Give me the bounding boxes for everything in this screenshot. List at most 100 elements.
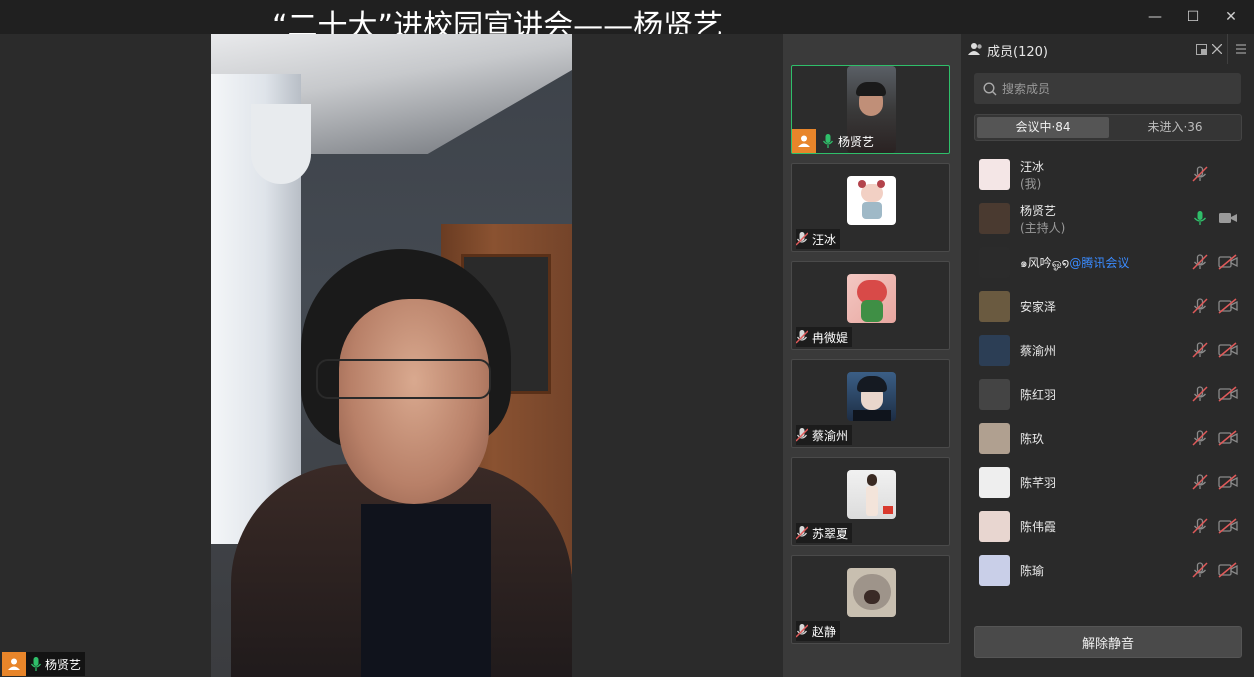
tile-name: 汪冰 [812,232,837,247]
member-name-text: 陈瑜 [1020,564,1045,578]
member-name: 陈玖 [1020,430,1044,447]
member-name-text: ๑风吟ஓ໑ [1020,256,1070,270]
member-avatar [979,511,1010,542]
member-status-tabs: 会议中·84 未进入·36 [974,114,1242,141]
cat-avatar-icon [847,568,896,617]
video-tile[interactable]: 赵静 [791,555,950,644]
photo-avatar-icon [847,470,896,519]
mic-muted-icon[interactable] [1191,429,1209,447]
camera-off-icon[interactable] [1218,253,1238,271]
member-name: 安家泽 [1020,298,1056,315]
member-name: ๑风吟ஓ໑@腾讯会议 [1020,254,1129,273]
tab-not-joined[interactable]: 未进入·36 [1109,117,1241,138]
mic-muted-icon[interactable] [1191,165,1209,183]
title-bar: “二十大”进校园宣讲会——杨贤艺 — ☐ ✕ [0,0,1254,44]
video-tile[interactable]: 苏翠夏 [791,457,950,546]
mic-muted-icon[interactable] [1191,517,1209,535]
video-tile[interactable]: 蔡渝州 [791,359,950,448]
member-row[interactable]: 陈伟霞 [961,504,1254,548]
mic-muted-icon [796,526,808,540]
member-name-text: 蔡渝州 [1020,344,1057,358]
mic-muted-icon[interactable] [1191,341,1209,359]
video-tile-host[interactable]: 杨贤艺 [791,65,950,154]
mic-muted-icon[interactable] [1191,297,1209,315]
camera-on-icon[interactable] [1218,209,1238,227]
member-row[interactable]: 陈红羽 [961,372,1254,416]
member-name: 陈红羽 [1020,386,1056,403]
member-role: (我) [1020,177,1042,191]
minimize-button[interactable]: — [1144,6,1166,28]
unmute-button[interactable]: 解除静音 [974,626,1242,658]
mic-muted-icon[interactable] [1191,253,1209,271]
tile-name: 蔡渝州 [812,428,849,443]
members-panel-header: 成员(120) [961,34,1254,64]
member-avatar [979,335,1010,366]
member-row[interactable]: 杨贤艺 (主持人) [961,196,1254,240]
menu-icon[interactable] [1236,44,1246,54]
member-name: 蔡渝州 [1020,342,1056,359]
members-panel-title: 成员(120) [987,45,1048,60]
tile-name: 苏翠夏 [812,526,849,541]
popout-icon[interactable] [1196,44,1207,55]
camera-off-icon[interactable] [1218,385,1238,403]
member-row[interactable]: 陈瑜 [961,548,1254,592]
member-name-text: 陈芊羽 [1020,476,1057,490]
mic-on-icon [822,134,834,148]
mic-muted-icon [796,428,808,442]
member-row[interactable]: 陈芊羽 [961,460,1254,504]
camera-off-icon[interactable] [1218,429,1238,447]
member-name-text: 陈玖 [1020,432,1045,446]
main-video-feed[interactable] [211,34,572,677]
mic-muted-icon[interactable] [1191,473,1209,491]
mic-muted-icon[interactable] [1191,561,1209,579]
video-tile[interactable]: 汪冰 [791,163,950,252]
member-row[interactable]: 蔡渝州 [961,328,1254,372]
main-stage: 杨贤艺 [0,34,783,677]
member-name: 杨贤艺 [1020,202,1056,219]
member-name-text: 安家泽 [1020,300,1057,314]
camera-off-icon[interactable] [1218,341,1238,359]
member-name-text: 汪冰 [1020,160,1045,174]
camera-off-icon[interactable] [1218,473,1238,491]
member-name: 陈瑜 [1020,562,1044,579]
video-thumbnail-strip: 杨贤艺 汪冰 冉微媞 蔡渝州 苏翠夏 赵静 [783,34,960,677]
mic-muted-icon[interactable] [1191,385,1209,403]
member-avatar [979,203,1010,234]
member-source-tag: @腾讯会议 [1069,256,1130,270]
member-avatar [979,379,1010,410]
member-avatar [979,467,1010,498]
maximize-button[interactable]: ☐ [1182,6,1204,28]
member-role: (主持人) [1020,221,1066,235]
toy-avatar-icon [847,274,896,323]
member-list: 汪冰 (我) 杨贤艺 (主持人) ๑风吟ஓ໑@腾讯会议安家泽蔡渝州陈红羽陈玖陈芊羽陈伟霞… [961,152,1254,608]
mic-on-icon[interactable] [1191,209,1209,227]
close-panel-icon[interactable] [1212,44,1222,54]
search-input[interactable] [1002,73,1232,104]
member-name-text: 杨贤艺 [1020,204,1057,218]
member-avatar [979,291,1010,322]
member-avatar [979,423,1010,454]
tile-name: 赵静 [812,624,837,639]
camera-off-icon[interactable] [1218,297,1238,315]
tile-name: 冉微媞 [812,330,849,345]
camera-off-icon[interactable] [1218,561,1238,579]
camera-off-icon[interactable] [1218,517,1238,535]
member-row[interactable]: 安家泽 [961,284,1254,328]
member-search[interactable] [974,73,1241,104]
member-avatar [979,247,1010,278]
host-icon [792,129,816,153]
anime-avatar-icon [847,372,896,421]
members-icon [968,43,982,55]
tab-in-meeting[interactable]: 会议中·84 [977,117,1109,138]
member-row[interactable]: 汪冰 (我) [961,152,1254,196]
close-button[interactable]: ✕ [1220,6,1242,28]
member-row[interactable]: 陈玖 [961,416,1254,460]
member-row[interactable]: ๑风吟ஓ໑@腾讯会议 [961,240,1254,284]
mic-muted-icon [796,330,808,344]
member-name-text: 陈红羽 [1020,388,1057,402]
member-avatar [979,159,1010,190]
tile-name: 杨贤艺 [838,134,875,149]
doll-avatar-icon [847,176,896,225]
video-tile[interactable]: 冉微媞 [791,261,950,350]
mic-muted-icon [796,624,808,638]
